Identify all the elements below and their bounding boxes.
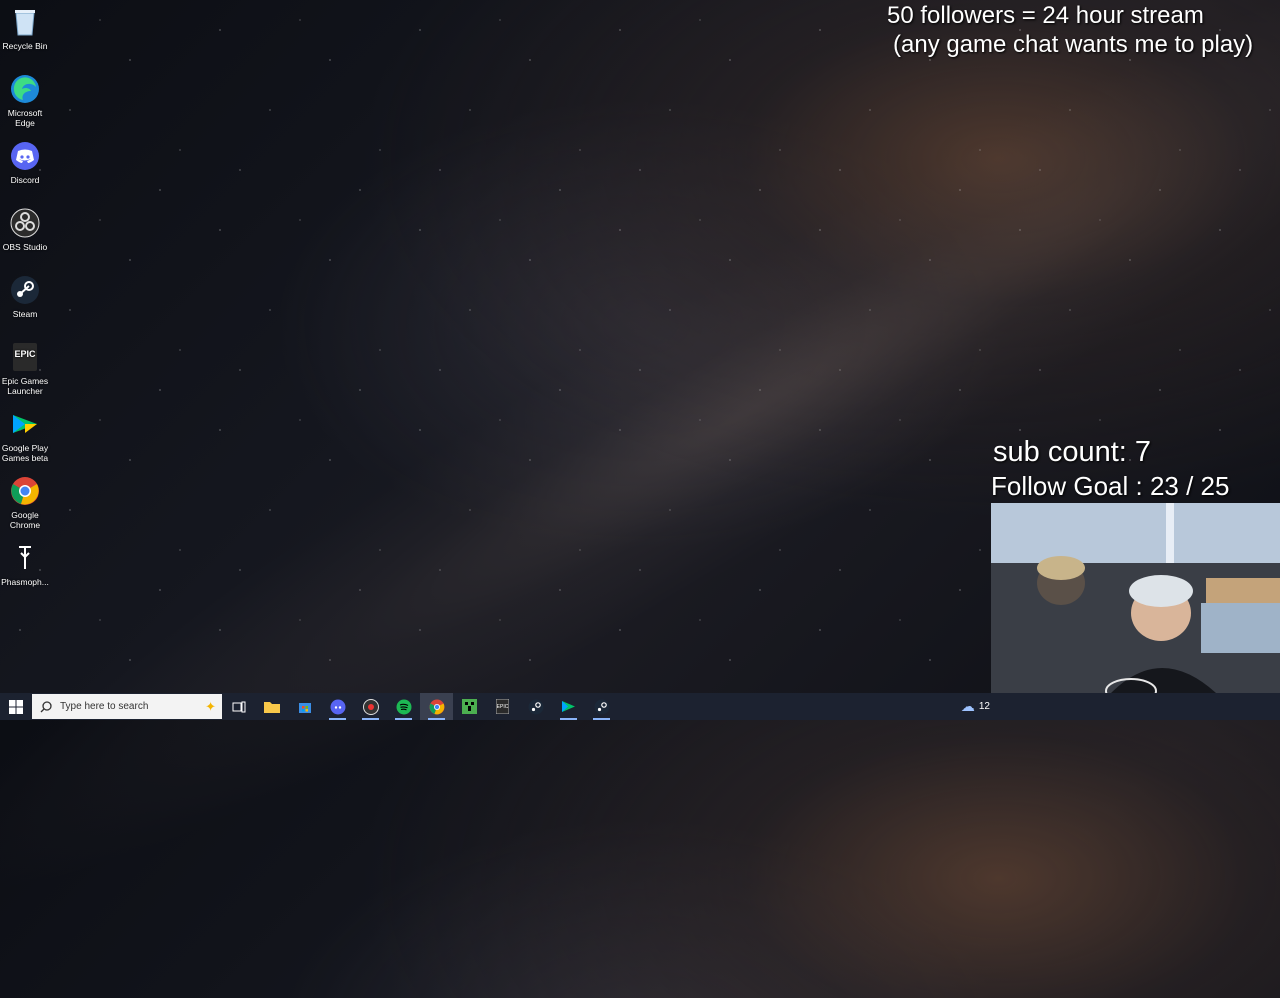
phasmophobia-icon [9, 542, 41, 574]
google-play-games-icon [9, 408, 41, 440]
follow-goal: Follow Goal : 23 / 25 [991, 471, 1230, 501]
taskbar-file-explorer[interactable] [255, 693, 288, 720]
task-view-icon [232, 701, 245, 712]
chrome-icon [9, 475, 41, 507]
desktop-icon-chrome[interactable]: Google Chrome [0, 473, 50, 540]
google-play-games-icon [562, 701, 575, 712]
sub-count: sub count: 7 [993, 436, 1151, 468]
stream-goal-text: 50 followers = 24 hour stream [887, 2, 1204, 29]
desktop-icon-label: Epic Games Launcher [1, 376, 49, 396]
obs-icon [362, 698, 379, 715]
stream-goal-subtext: (any game chat wants me to play) [893, 31, 1254, 58]
svg-text:EPIC: EPIC [497, 704, 509, 710]
minecraft-icon [462, 699, 477, 714]
desktop-icon-label: Recycle Bin [2, 41, 48, 51]
recycle-bin-icon [9, 6, 41, 38]
desktop-icon-recycle-bin[interactable]: Recycle Bin [0, 4, 50, 71]
taskbar-discord[interactable] [321, 693, 354, 720]
search-placeholder: Type here to search [60, 701, 149, 712]
taskbar-microsoft-store[interactable] [288, 693, 321, 720]
steam-icon [594, 699, 609, 714]
desktop-icon-discord[interactable]: Discord [0, 138, 50, 205]
desktop-icon-epic-games[interactable]: EPIC Epic Games Launcher [0, 339, 50, 406]
taskbar-search-box[interactable]: Type here to search ✦ [32, 694, 222, 719]
taskbar-chrome[interactable] [420, 693, 453, 720]
taskbar-steam[interactable] [519, 693, 552, 720]
taskbar-google-play-games[interactable] [552, 693, 585, 720]
desktop-icon-phasmophobia[interactable]: Phasmoph... [0, 540, 50, 607]
microsoft-store-icon [298, 702, 311, 713]
search-icon [40, 700, 52, 712]
desktop-icon-obs[interactable]: OBS Studio [0, 205, 50, 272]
desktop-icon-edge[interactable]: Microsoft Edge [0, 71, 50, 138]
desktop-icon-label: Phasmoph... [1, 577, 49, 587]
desktop-icon-steam[interactable]: Steam [0, 272, 50, 339]
taskbar-minecraft[interactable] [453, 693, 486, 720]
epic-games-icon: EPIC [9, 341, 41, 373]
discord-icon [9, 140, 41, 172]
tray-clock[interactable]: 12 [979, 701, 990, 712]
weather-icon[interactable]: ☁ [961, 698, 975, 715]
taskbar-epic-games[interactable]: EPIC [486, 693, 519, 720]
desktop-icon-google-play-games[interactable]: Google Play Games beta [0, 406, 50, 473]
epic-games-icon: EPIC [496, 699, 509, 714]
desktop-icon-label: OBS Studio [2, 242, 48, 252]
start-button[interactable] [0, 693, 32, 720]
windows-icon [9, 699, 23, 714]
discord-icon [330, 699, 345, 714]
spotify-icon [396, 699, 411, 714]
desktop-icon-label: Steam [12, 309, 38, 319]
chrome-icon [429, 699, 444, 714]
webcam-feed [991, 503, 1280, 693]
edge-icon [9, 73, 41, 105]
desktop-icons: Recycle Bin Microsoft Edge Discord OBS S… [0, 4, 50, 607]
desktop-icon-label: Microsoft Edge [7, 108, 43, 128]
system-tray: ☁ 12 [961, 693, 990, 720]
steam-icon [9, 274, 41, 306]
steam-icon [528, 699, 543, 714]
obs-icon [9, 207, 41, 239]
desktop-icon-label: Discord [10, 175, 40, 185]
taskbar-obs[interactable] [354, 693, 387, 720]
sparkle-icon: ✦ [205, 698, 216, 714]
taskbar: Type here to search ✦ EPIC ☁ 12 [0, 693, 1280, 720]
taskbar-spotify[interactable] [387, 693, 420, 720]
svg-text:EPIC: EPIC [14, 349, 36, 359]
desktop-icon-label: Google Play Games beta [1, 443, 49, 463]
file-explorer-icon [263, 702, 280, 713]
desktop-icon-label: Google Chrome [9, 510, 41, 530]
taskbar-steam-2[interactable] [585, 693, 618, 720]
taskbar-task-view[interactable] [222, 693, 255, 720]
